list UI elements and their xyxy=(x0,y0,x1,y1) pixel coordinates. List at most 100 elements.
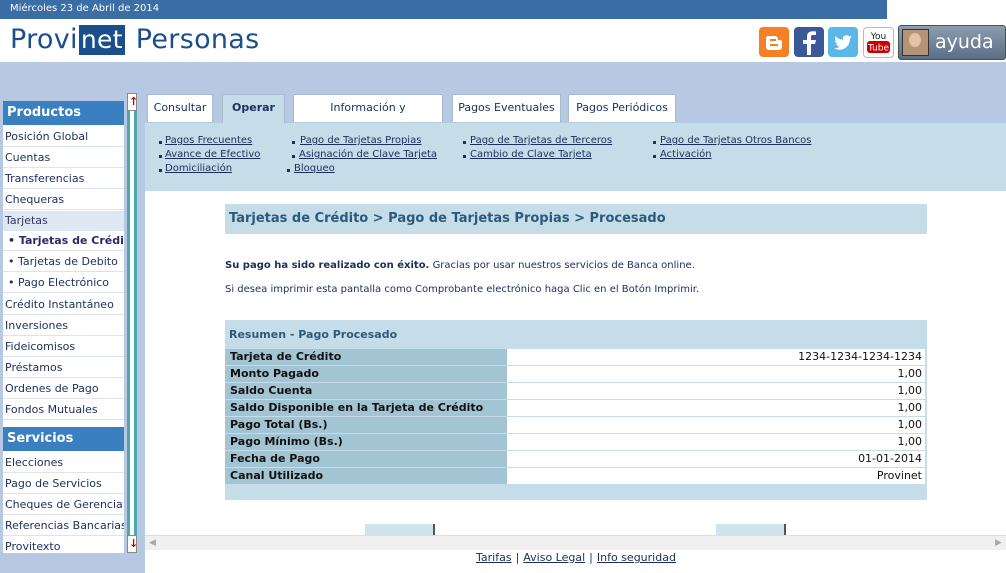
arrow-up-icon: ↑ xyxy=(129,95,139,108)
help-button[interactable]: ayuda xyxy=(898,25,1006,60)
table-row: Saldo Disponible en la Tarjeta de Crédit… xyxy=(225,400,927,417)
bullet-icon xyxy=(653,141,656,144)
svg-text:Tube: Tube xyxy=(867,44,890,54)
sidebar-item-posicion-global[interactable]: Posición Global xyxy=(3,127,124,147)
blogger-icon[interactable] xyxy=(759,27,789,57)
sidebar-item-credito-instantaneo[interactable]: Crédito Instantáneo xyxy=(3,295,124,315)
table-row: Pago Total (Bs.) 1,00 xyxy=(225,417,927,434)
table-row: Tarjeta de Crédito 1234-1234-1234-1234 xyxy=(225,349,927,366)
tab-pagos-periodicos[interactable]: Pagos Periódicos xyxy=(568,94,676,122)
help-label: ayuda xyxy=(935,31,994,53)
link-bloqueo[interactable]: Bloqueo xyxy=(294,163,335,174)
facebook-icon[interactable] xyxy=(794,27,824,57)
sidebar-item-elecciones[interactable]: Elecciones xyxy=(3,453,124,473)
scroll-right-icon[interactable]: ▶ xyxy=(992,537,1005,549)
sidebar-item-prestamos[interactable]: Préstamos xyxy=(3,358,124,378)
sidebar-item-fondos-mutuales[interactable]: Fondos Mutuales xyxy=(3,400,124,420)
table-row: Fecha de Pago 01-01-2014 xyxy=(225,451,927,468)
youtube-icon[interactable]: You Tube xyxy=(863,27,894,58)
sidebar-item-ordenes-pago[interactable]: Ordenes de Pago xyxy=(3,379,124,399)
bullet-icon xyxy=(463,141,466,144)
summary-title: Resumen - Pago Procesado xyxy=(229,328,398,341)
bullet-icon xyxy=(287,169,290,172)
arrow-down-icon: ↓ xyxy=(129,537,139,550)
footer: Tarifas | Aviso Legal | Info seguridad xyxy=(145,550,1006,573)
sidebar-item-pago-servicios[interactable]: Pago de Servicios xyxy=(3,474,124,494)
link-info-seguridad[interactable]: Info seguridad xyxy=(597,551,676,564)
link-pago-otros-bancos[interactable]: Pago de Tarjetas Otros Bancos xyxy=(660,135,811,146)
row-label: Canal Utilizado xyxy=(225,468,507,484)
logo-prefix: Provi xyxy=(10,24,78,55)
link-pago-tarjetas-terceros[interactable]: Pago de Tarjetas de Terceros xyxy=(470,135,612,146)
scroll-left-icon[interactable]: ◀ xyxy=(146,537,159,549)
row-value: 1,00 xyxy=(507,434,925,450)
bullet-icon xyxy=(653,155,656,158)
logo-suffix: Personas xyxy=(135,24,260,55)
row-label: Saldo Cuenta xyxy=(225,383,507,399)
row-value: 1234-1234-1234-1234 xyxy=(507,349,925,365)
bullet-icon xyxy=(159,141,162,144)
bullet-icon xyxy=(292,141,295,144)
row-value: 1,00 xyxy=(507,400,925,416)
scroll-up-button[interactable]: ↑ xyxy=(127,93,139,111)
row-value: Provinet xyxy=(507,468,925,484)
sidebar-item-provitexto[interactable]: Provitexto xyxy=(3,537,124,553)
back-button[interactable] xyxy=(365,524,435,535)
success-rest: Gracias por usar nuestros servicios de B… xyxy=(432,260,695,271)
horizontal-scrollbar[interactable]: ◀ ▶ xyxy=(145,535,1006,550)
tab-consultar[interactable]: Consultar xyxy=(147,94,213,122)
sidebar-item-tarjetas[interactable]: Tarjetas xyxy=(3,211,124,231)
link-pago-tarjetas-propias[interactable]: Pago de Tarjetas Propias xyxy=(300,135,421,146)
tab-pagos-eventuales[interactable]: Pagos Eventuales xyxy=(452,94,561,122)
tab-operar[interactable]: Operar xyxy=(222,94,285,124)
tab-informacion-contratacion[interactable]: Información y contratación xyxy=(293,94,443,140)
sidebar-item-tarjetas-credito[interactable]: • Tarjetas de Crédito xyxy=(3,231,124,251)
table-row: Monto Pagado 1,00 xyxy=(225,366,927,383)
row-value: 1,00 xyxy=(507,417,925,433)
bullet-icon xyxy=(159,169,162,172)
link-aviso-legal[interactable]: Aviso Legal xyxy=(523,551,585,564)
twitter-icon[interactable] xyxy=(828,27,858,57)
current-date: Miércoles 23 de Abril de 2014 xyxy=(10,3,160,14)
sidebar-item-transferencias[interactable]: Transferencias xyxy=(3,169,124,189)
bullet-icon xyxy=(292,155,295,158)
page-title: Tarjetas de Crédito > Pago de Tarjetas P… xyxy=(229,211,666,226)
logo-highlight: net xyxy=(78,25,125,55)
link-tarifas[interactable]: Tarifas xyxy=(476,551,512,564)
scroll-down-button[interactable]: ↓ xyxy=(127,535,139,553)
breadcrumb: Tarjetas de Crédito > Pago de Tarjetas P… xyxy=(225,204,927,234)
link-cambio-clave[interactable]: Cambio de Clave Tarjeta xyxy=(470,149,592,160)
row-label: Saldo Disponible en la Tarjeta de Crédit… xyxy=(225,400,507,416)
bullet-icon xyxy=(159,155,162,158)
link-domiciliacion[interactable]: Domiciliación xyxy=(165,163,232,174)
link-asignacion-clave[interactable]: Asignación de Clave Tarjeta xyxy=(299,149,437,160)
print-hint: Si desea imprimir esta pantalla como Com… xyxy=(225,284,700,295)
footer-separator: | xyxy=(589,551,593,564)
table-row: Pago Mínimo (Bs.) 1,00 xyxy=(225,434,927,451)
date-bar: Miércoles 23 de Abril de 2014 xyxy=(0,0,887,19)
sidebar-item-tarjetas-debito[interactable]: • Tarjetas de Debito xyxy=(3,252,124,272)
print-button[interactable] xyxy=(716,524,786,535)
sidebar-item-fideicomisos[interactable]: Fideicomisos xyxy=(3,337,124,357)
link-avance-efectivo[interactable]: Avance de Efectivo xyxy=(165,149,260,160)
svg-text:You: You xyxy=(870,32,887,42)
row-value: 1,00 xyxy=(507,383,925,399)
link-pagos-frecuentes[interactable]: Pagos Frecuentes xyxy=(165,135,252,146)
sidebar-item-cheques-gerencia[interactable]: Cheques de Gerencia xyxy=(3,495,124,515)
bullet-icon xyxy=(463,155,466,158)
sidebar-item-cuentas[interactable]: Cuentas xyxy=(3,148,124,168)
sidebar-item-inversiones[interactable]: Inversiones xyxy=(3,316,124,336)
sidebar-item-chequeras[interactable]: Chequeras xyxy=(3,190,124,210)
row-value: 01-01-2014 xyxy=(507,451,925,467)
link-activacion[interactable]: Activación xyxy=(660,149,712,160)
row-label: Pago Total (Bs.) xyxy=(225,417,507,433)
success-bold: Su pago ha sido realizado con éxito. xyxy=(225,260,430,271)
sidebar-item-pago-electronico[interactable]: • Pago Electrónico xyxy=(3,273,124,293)
sidebar-item-referencias-bancarias[interactable]: Referencias Bancarias xyxy=(3,516,124,536)
success-message: Su pago ha sido realizado con éxito. Gra… xyxy=(225,260,695,271)
provinet-logo[interactable]: Provi net Personas xyxy=(10,24,260,55)
sidebar: Productos Posición Global Cuentas Transf… xyxy=(3,101,124,553)
sidebar-scrollbar[interactable]: ↑ ↓ xyxy=(127,93,139,553)
row-label: Monto Pagado xyxy=(225,366,507,382)
help-avatar xyxy=(902,29,929,56)
